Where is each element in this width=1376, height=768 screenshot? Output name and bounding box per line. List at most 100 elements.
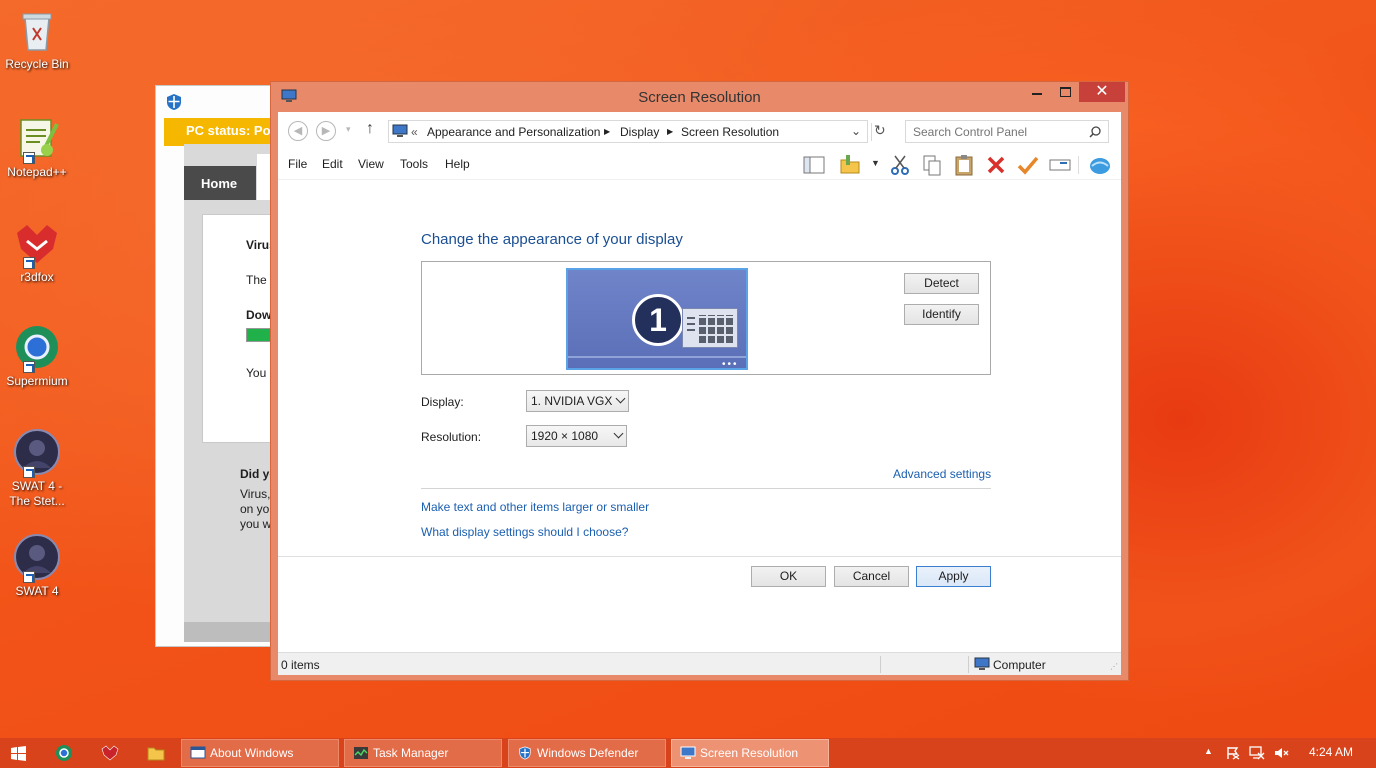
breadcrumb-appearance[interactable]: Appearance and Personalization (427, 125, 600, 139)
taskbar-button-label: Task Manager (373, 746, 449, 760)
show-hidden-icons-chevron-icon[interactable]: ▲ (1204, 746, 1213, 756)
detect-button[interactable]: Detect (904, 273, 979, 294)
desktop-icon-label: Notepad++ (7, 165, 67, 179)
desktop-icon-label: Recycle Bin (5, 57, 69, 71)
desktop-icon-r3dfox[interactable]: r3dfox (2, 219, 72, 285)
ok-button[interactable]: OK (751, 566, 826, 587)
folder-options-icon[interactable] (838, 153, 862, 177)
desktop-icon-supermium[interactable]: Supermium (2, 323, 72, 389)
text-size-link[interactable]: Make text and other items larger or smal… (421, 500, 649, 514)
menu-tools[interactable]: Tools (400, 157, 428, 171)
identify-button[interactable]: Identify (904, 304, 979, 325)
taskbar-button-label: Screen Resolution (700, 746, 799, 760)
layout-pane-icon[interactable] (802, 153, 826, 177)
taskbar-button-task-manager[interactable]: Task Manager (344, 739, 502, 767)
taskbar-clock[interactable]: 4:24 AM (1309, 745, 1353, 759)
defender-tab-home[interactable]: Home (184, 166, 256, 200)
delete-icon[interactable] (984, 153, 1008, 177)
taskbar-button-screen-resolution[interactable]: Screen Resolution (671, 739, 829, 767)
computer-icon (974, 657, 990, 670)
network-icon[interactable] (1249, 746, 1265, 760)
monitor-arrangement-box: 1 ••• Detect Identify (421, 261, 991, 375)
supermium-taskbar-icon[interactable] (55, 744, 73, 762)
chevron-down-icon (615, 393, 626, 404)
apply-button[interactable]: Apply (916, 566, 991, 587)
properties-check-icon[interactable] (1016, 153, 1040, 177)
title-bar[interactable]: Screen Resolution ✕ (271, 82, 1128, 112)
breadcrumb-overflow[interactable]: « (411, 125, 418, 139)
folder-options-dropdown-icon[interactable]: ▼ (871, 158, 880, 168)
advanced-settings-link[interactable]: Advanced settings (893, 467, 991, 481)
menu-help[interactable]: Help (445, 157, 470, 171)
monitor-number-badge: 1 (632, 294, 684, 346)
menu-edit[interactable]: Edit (322, 157, 343, 171)
up-arrow-icon[interactable]: ↑ (366, 120, 374, 138)
window-client-area: ◀ ▶ ▾ ↑ « Appearance and Personalization… (278, 112, 1121, 675)
control-panel-icon (392, 124, 408, 137)
menu-view[interactable]: View (358, 157, 384, 171)
forward-button[interactable]: ▶ (316, 121, 336, 141)
monitor-screen-icon (682, 308, 738, 348)
address-bar[interactable]: « Appearance and Personalization ▶ Displ… (388, 120, 872, 143)
help-globe-icon[interactable] (1088, 153, 1112, 177)
recent-locations-chevron-icon[interactable]: ▾ (346, 124, 351, 135)
display-select[interactable]: 1. NVIDIA VGX (526, 390, 629, 412)
desktop-icon-swat4[interactable]: SWAT 4 (2, 533, 72, 599)
resolution-select[interactable]: 1920 × 1080 (526, 425, 627, 447)
file-explorer-taskbar-icon[interactable] (147, 745, 165, 761)
back-button[interactable]: ◀ (288, 121, 308, 141)
taskbar-button-windows-defender[interactable]: Windows Defender (508, 739, 666, 767)
screen-resolution-window[interactable]: Screen Resolution ✕ ◀ ▶ ▾ ↑ « Appearance… (270, 81, 1129, 681)
copy-icon[interactable] (920, 153, 944, 177)
volume-muted-icon[interactable] (1274, 746, 1290, 760)
search-icon[interactable] (1089, 126, 1101, 138)
paste-icon[interactable] (952, 153, 976, 177)
refresh-icon[interactable]: ↻ (874, 122, 886, 139)
monitor-1-thumbnail[interactable]: 1 ••• (566, 268, 748, 370)
maximize-button[interactable] (1051, 82, 1079, 102)
desktop-icon-swat4-stetchkov[interactable]: SWAT 4 - The Stet... (2, 428, 72, 509)
r3dfox-taskbar-icon[interactable] (101, 744, 119, 762)
desktop-icon-label: SWAT 4 (15, 584, 59, 598)
breadcrumb-display[interactable]: Display (620, 125, 659, 139)
action-center-flag-icon[interactable] (1226, 746, 1240, 760)
recycle-bin-icon (13, 6, 61, 54)
window-title: Screen Resolution (638, 89, 761, 106)
notepad-plus-plus-icon (13, 114, 61, 164)
menu-file[interactable]: File (288, 157, 307, 171)
desktop-icon-label-line2: The Stet... (9, 494, 65, 508)
shortcut-arrow-icon (23, 466, 35, 478)
desktop-icon-notepad-plus-plus[interactable]: Notepad++ (2, 114, 72, 180)
content-pane: Change the appearance of your display 1 … (278, 180, 1121, 652)
desktop-icon-label-line1: SWAT 4 - (11, 479, 63, 493)
resolution-select-value: 1920 × 1080 (531, 429, 599, 443)
page-heading: Change the appearance of your display (421, 231, 683, 248)
cut-icon[interactable] (888, 153, 912, 177)
defender-footer (184, 622, 276, 642)
defender-pc-status: PC status: Pot (164, 118, 276, 146)
rename-icon[interactable] (1048, 153, 1072, 177)
taskbar: About Windows Task Manager Windows Defen… (0, 738, 1376, 768)
breadcrumb-separator-icon[interactable]: ▶ (667, 127, 673, 136)
shortcut-arrow-icon (23, 571, 35, 583)
breadcrumb-separator-icon[interactable]: ▶ (604, 127, 610, 136)
resize-grip-icon[interactable]: ⋰ (1110, 662, 1118, 671)
desktop-background: Recycle Bin Notepad++ r3dfox Supermium S… (0, 0, 1376, 738)
start-button-windows-icon[interactable] (11, 746, 26, 761)
monitor-dots: ••• (722, 359, 739, 370)
windows-defender-window[interactable]: PC status: Pot Home Virus The Dow You Di… (155, 85, 277, 647)
close-button[interactable]: ✕ (1079, 82, 1125, 102)
divider (278, 556, 1121, 557)
search-box[interactable] (905, 120, 1109, 143)
address-dropdown-icon[interactable]: ⌄ (851, 124, 861, 138)
desktop-icon-recycle-bin[interactable]: Recycle Bin (2, 6, 72, 72)
desktop-icon-label: r3dfox (20, 270, 54, 284)
minimize-button[interactable] (1023, 82, 1051, 102)
breadcrumb-screen-resolution[interactable]: Screen Resolution (681, 125, 779, 139)
search-input[interactable] (913, 122, 1083, 142)
taskbar-button-about-windows[interactable]: About Windows (181, 739, 339, 767)
swat4-icon (13, 533, 61, 583)
display-settings-help-link[interactable]: What display settings should I choose? (421, 525, 628, 539)
display-select-value: 1. NVIDIA VGX (531, 394, 613, 408)
cancel-button[interactable]: Cancel (834, 566, 909, 587)
